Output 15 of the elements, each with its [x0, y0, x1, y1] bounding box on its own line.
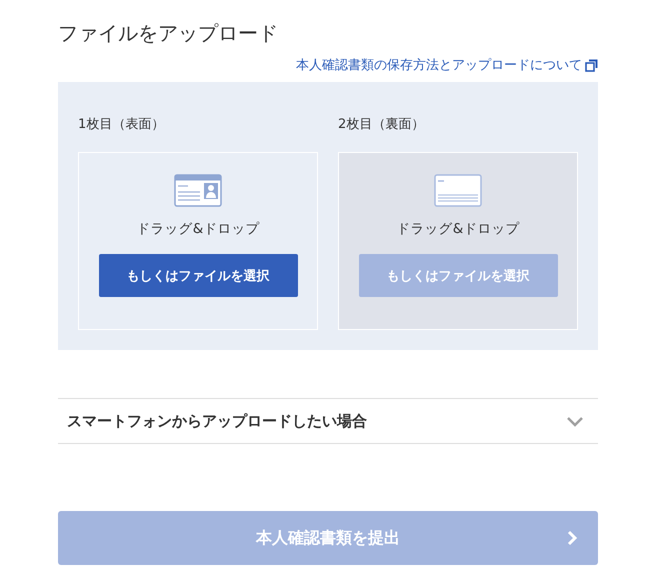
help-link[interactable]: 本人確認書類の保存方法とアップロードについて — [296, 56, 598, 74]
accordion-label: スマートフォンからアップロードしたい場合 — [67, 412, 367, 430]
new-window-icon — [585, 58, 598, 72]
accordion-header[interactable]: スマートフォンからアップロードしたい場合 — [58, 398, 598, 444]
id-card-icon — [174, 174, 222, 207]
id-card-icon — [434, 174, 482, 207]
slot-label: 1枚目（表面） — [78, 116, 166, 134]
slot-label: 2枚目（裏面） — [338, 116, 426, 134]
drop-zone[interactable]: ドラッグ&ドロップ もしくはファイルを選択 — [78, 152, 318, 330]
file-select-button[interactable]: もしくはファイルを選択 — [98, 254, 298, 297]
drop-hint: ドラッグ&ドロップ — [136, 220, 260, 238]
chevron-right-icon — [566, 530, 578, 546]
page-title: ファイルをアップロード — [58, 20, 279, 47]
drop-hint: ドラッグ&ドロップ — [396, 220, 520, 238]
chevron-icon — [566, 416, 584, 426]
